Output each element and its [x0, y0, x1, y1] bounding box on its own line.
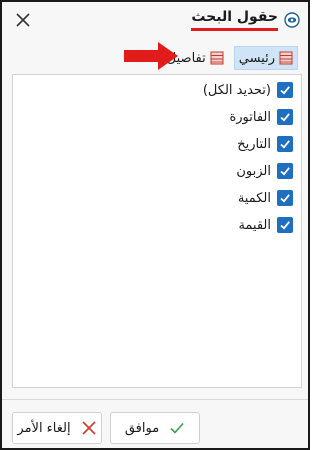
list-item[interactable]: الكمية [238, 187, 293, 209]
cancel-x-icon [82, 421, 96, 435]
red-arrow-annotation [124, 42, 178, 70]
tab-main[interactable]: رئيسي [233, 46, 298, 70]
check-icon [280, 167, 290, 176]
ok-button-label: موافق [124, 420, 160, 436]
table-icon [279, 51, 293, 65]
checkbox[interactable] [277, 82, 293, 98]
check-icon [280, 86, 290, 95]
check-icon [280, 194, 290, 203]
close-icon [16, 13, 30, 27]
tab-main-label: رئيسي [238, 50, 275, 66]
search-eye-icon [284, 12, 300, 28]
checkbox[interactable] [277, 163, 293, 179]
ok-button[interactable]: موافق [110, 412, 200, 444]
table-icon [210, 51, 224, 65]
fields-list: (تحديد الكل) الفاتورة التاريخ الزبون الك… [12, 74, 302, 388]
checkbox[interactable] [277, 217, 293, 233]
field-label: التاريخ [237, 136, 271, 152]
field-label: الكمية [237, 190, 271, 206]
checkbox[interactable] [277, 109, 293, 125]
tab-bar: رئيسي تفاصيل [163, 46, 298, 70]
check-icon [280, 113, 290, 122]
cancel-button[interactable]: إلغاء الأمر [12, 412, 102, 444]
list-item[interactable]: التاريخ [237, 133, 293, 155]
cancel-button-label: إلغاء الأمر [17, 420, 71, 436]
check-icon [280, 221, 290, 230]
list-item[interactable]: القيمة [238, 214, 293, 236]
checkbox[interactable] [277, 190, 293, 206]
search-fields-dialog: حقول البحث رئيسي تفاصيل (تحديد الكل) الف… [0, 0, 310, 450]
list-item[interactable]: الفاتورة [229, 106, 293, 128]
close-button[interactable] [12, 9, 34, 31]
field-label: القيمة [238, 217, 271, 233]
list-item[interactable]: الزبون [236, 160, 293, 182]
checkmark-icon [170, 422, 184, 434]
field-label: الفاتورة [229, 109, 271, 125]
field-label: الزبون [236, 163, 271, 179]
footer-divider [2, 399, 308, 400]
checkbox[interactable] [277, 136, 293, 152]
dialog-header: حقول البحث [191, 9, 300, 31]
list-item[interactable]: (تحديد الكل) [203, 79, 293, 101]
dialog-title: حقول البحث [191, 9, 278, 31]
check-icon [280, 140, 290, 149]
field-label: (تحديد الكل) [202, 82, 271, 98]
